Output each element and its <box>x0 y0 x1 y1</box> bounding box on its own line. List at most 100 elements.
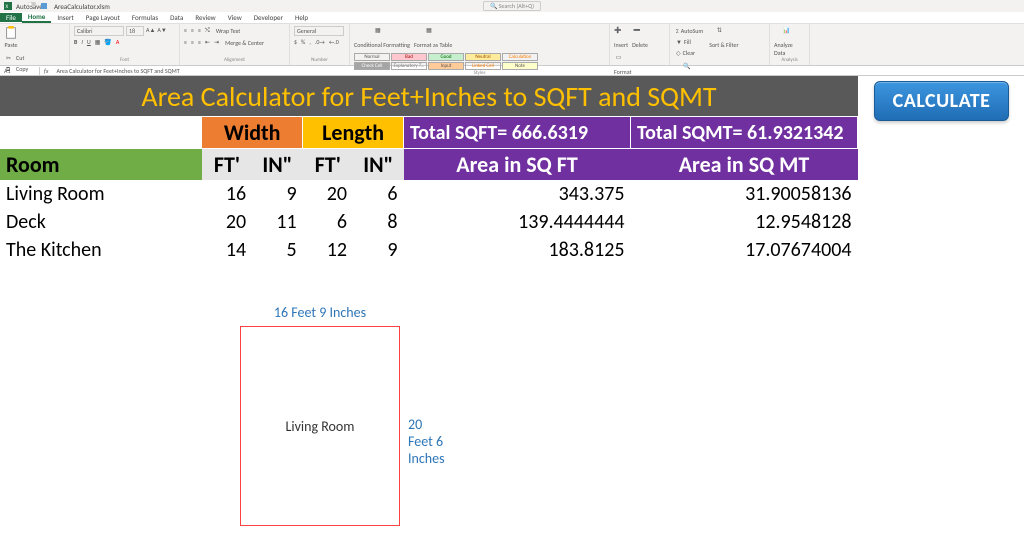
cell-sqft[interactable]: 183.8125 <box>404 236 631 264</box>
calculate-button[interactable]: CALCULATE <box>874 81 1009 121</box>
room-diagram: 16 Feet 9 Inches Living Room 20 Feet 6 I… <box>240 326 400 526</box>
delete-cells-button[interactable]: ➖Delete <box>632 26 648 49</box>
cell-wft[interactable]: 16 <box>202 180 252 208</box>
style-neutral[interactable]: Neutral <box>465 53 501 61</box>
tab-insert[interactable]: Insert <box>51 13 79 22</box>
merge-center-button[interactable]: Merge & Center <box>223 38 266 48</box>
tab-help[interactable]: Help <box>289 13 314 22</box>
save-icon[interactable] <box>40 2 48 10</box>
fill-button[interactable]: ▼Fill <box>674 37 705 47</box>
sigma-icon: Σ <box>676 27 679 35</box>
cell-lft[interactable]: 6 <box>303 208 353 236</box>
col-length-ft: FT' <box>303 149 353 181</box>
autosum-button[interactable]: ΣAutoSum <box>674 26 705 36</box>
indent-increase-icon[interactable]: ⇥ <box>214 38 219 48</box>
data-table: Width Length Total SQFT= 666.6319 Total … <box>0 116 858 264</box>
wrap-text-button[interactable]: Wrap Text <box>214 26 242 36</box>
cell-wft[interactable]: 14 <box>202 236 252 264</box>
style-normal[interactable]: Normal <box>354 53 390 61</box>
dim-width-label: 16 Feet 9 Inches <box>240 304 400 321</box>
cell-sqmt[interactable]: 12.9548128 <box>630 208 857 236</box>
style-bad[interactable]: Bad <box>391 53 427 61</box>
orientation-icon[interactable]: ⤭ <box>205 26 210 36</box>
cell-win[interactable]: 9 <box>252 180 302 208</box>
style-good[interactable]: Good <box>428 53 464 61</box>
fx-icon[interactable]: fx <box>40 67 52 75</box>
indent-decrease-icon[interactable]: ⇤ <box>205 38 210 48</box>
clear-button[interactable]: ◇Clear <box>674 48 705 58</box>
cut-button[interactable]: ✂Cut <box>4 53 54 63</box>
worksheet[interactable]: Area Calculator for Feet+Inches to SQFT … <box>0 76 1024 264</box>
font-size-select[interactable]: 18 <box>126 26 144 36</box>
tab-review[interactable]: Review <box>189 13 221 22</box>
cell-room[interactable]: The Kitchen <box>0 236 202 264</box>
cell-sqft[interactable]: 343.375 <box>404 180 631 208</box>
excel-icon: X <box>4 2 12 10</box>
tab-view[interactable]: View <box>222 13 248 22</box>
search-box[interactable]: 🔍 Search (Alt+Q) <box>483 1 541 11</box>
room-rectangle-label: Living Room <box>285 418 354 435</box>
align-right-icon[interactable]: ≡ <box>198 38 201 48</box>
name-box[interactable]: A1 <box>0 67 40 75</box>
tab-developer[interactable]: Developer <box>248 13 289 22</box>
cell-lft[interactable]: 20 <box>303 180 353 208</box>
decrease-decimal-icon[interactable]: ←.0 <box>329 38 339 46</box>
tab-home[interactable]: Home <box>22 12 51 23</box>
cell-lft[interactable]: 12 <box>303 236 353 264</box>
col-room: Room <box>0 149 202 181</box>
hdr-total-sqmt: Total SQMT= 61.9321342 <box>630 117 857 149</box>
paste-button[interactable]: Paste <box>4 26 18 49</box>
comma-icon[interactable]: , <box>309 38 311 46</box>
font-color-button[interactable]: A <box>116 38 119 46</box>
increase-decimal-icon[interactable]: .0→ <box>315 38 325 46</box>
align-bottom-icon[interactable]: ≡ <box>198 26 201 36</box>
cell-wft[interactable]: 20 <box>202 208 252 236</box>
tab-file[interactable]: File <box>0 13 22 22</box>
increase-font-icon[interactable]: A▲ <box>146 26 155 36</box>
font-select[interactable]: Calibri <box>74 26 124 36</box>
tab-formulas[interactable]: Formulas <box>126 13 164 22</box>
fill-icon: ▼ <box>676 38 682 46</box>
cell-lin[interactable]: 9 <box>353 236 403 264</box>
insert-cells-button[interactable]: ➕Insert <box>614 26 628 49</box>
align-center-icon[interactable]: ≡ <box>191 38 194 48</box>
cell-sqmt[interactable]: 31.90058136 <box>630 180 857 208</box>
tab-page-layout[interactable]: Page Layout <box>80 13 126 22</box>
percent-icon[interactable]: % <box>301 38 305 46</box>
analyze-data-button[interactable]: 📊Analyze Data <box>774 26 805 57</box>
table-row[interactable]: Deck 20 11 6 8 139.4444444 12.9548128 <box>0 208 858 236</box>
currency-icon[interactable]: $ <box>294 38 297 46</box>
cell-room[interactable]: Deck <box>0 208 202 236</box>
align-left-icon[interactable]: ≡ <box>184 38 187 48</box>
cell-room[interactable]: Living Room <box>0 180 202 208</box>
cell-lin[interactable]: 8 <box>353 208 403 236</box>
table-row[interactable]: The Kitchen 14 5 12 9 183.8125 17.076740… <box>0 236 858 264</box>
col-length-in: IN" <box>353 149 403 181</box>
tab-data[interactable]: Data <box>164 13 189 22</box>
autosave-toggle[interactable] <box>28 2 36 10</box>
align-middle-icon[interactable]: ≡ <box>191 26 194 36</box>
border-button[interactable]: ▦ <box>95 38 101 46</box>
number-format-select[interactable]: General <box>294 26 344 36</box>
col-area-sqft: Area in SQ FT <box>404 149 631 181</box>
cell-win[interactable]: 5 <box>252 236 302 264</box>
format-as-table-button[interactable]: ▦Format as Table <box>414 26 452 49</box>
fill-color-button[interactable]: 🪣 <box>104 38 111 46</box>
group-alignment-label: Alignment <box>184 57 285 63</box>
conditional-formatting-button[interactable]: ▦Conditional Formatting <box>354 26 410 49</box>
col-width-ft: FT' <box>202 149 252 181</box>
sort-filter-button[interactable]: ⇅Sort & Filter <box>709 26 738 58</box>
group-number-label: Number <box>294 57 345 63</box>
bold-button[interactable]: B <box>74 38 77 46</box>
style-calculation[interactable]: Calculation <box>502 53 538 61</box>
cell-lin[interactable]: 6 <box>353 180 403 208</box>
italic-button[interactable]: I <box>81 38 83 46</box>
decrease-font-icon[interactable]: A▼ <box>157 26 166 36</box>
underline-button[interactable]: U <box>87 38 91 46</box>
cell-win[interactable]: 11 <box>252 208 302 236</box>
formula-input[interactable]: Area Calculator for Feet+Inches to SQFT … <box>52 67 1024 75</box>
align-top-icon[interactable]: ≡ <box>184 26 187 36</box>
cell-sqft[interactable]: 139.4444444 <box>404 208 631 236</box>
table-row[interactable]: Living Room 16 9 20 6 343.375 31.9005813… <box>0 180 858 208</box>
cell-sqmt[interactable]: 17.07674004 <box>630 236 857 264</box>
